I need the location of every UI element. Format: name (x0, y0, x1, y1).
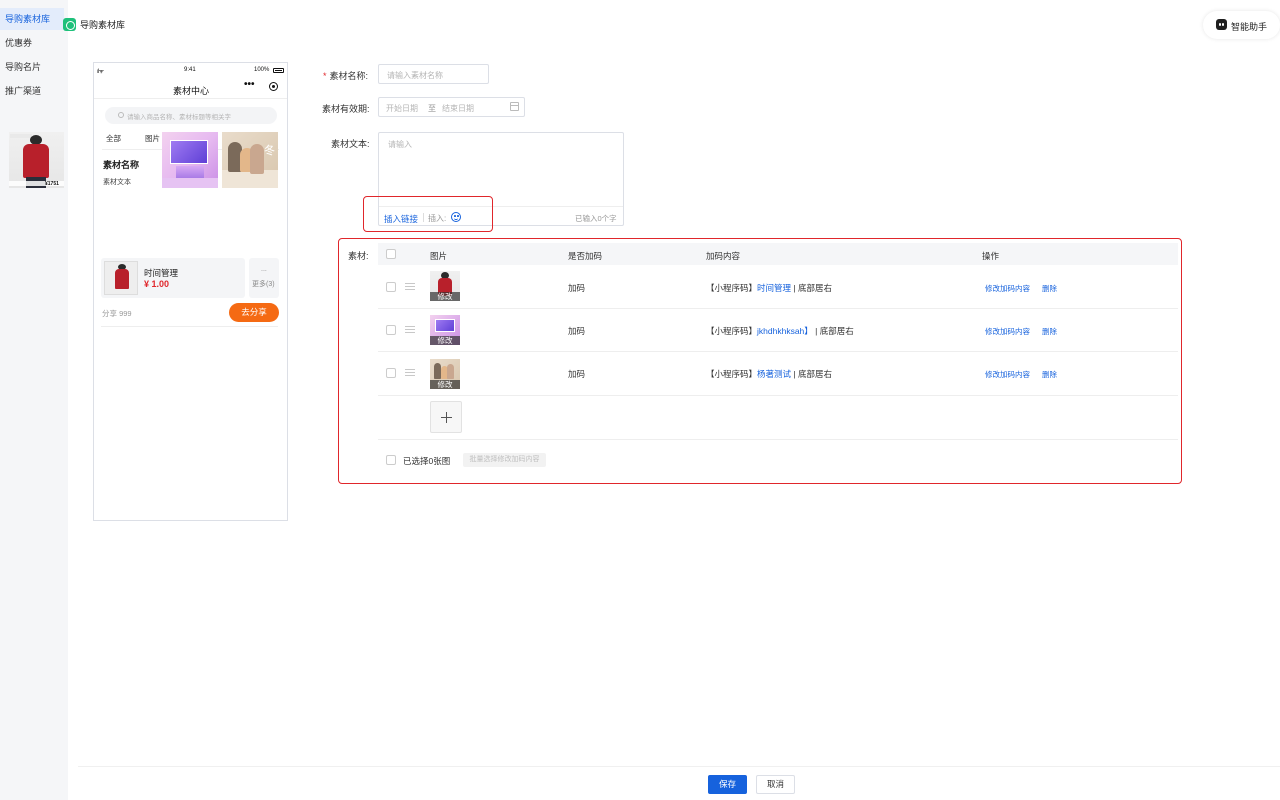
more-count: 更多(3) (252, 281, 275, 288)
highlight-box-materials (338, 238, 1182, 484)
phone-image-family: 冬 (222, 132, 278, 188)
footer-bar (78, 766, 1280, 800)
battery-icon (273, 68, 284, 73)
calendar-icon (510, 102, 519, 111)
range-separator: 至 (428, 104, 436, 113)
product-name: 时间管理 (144, 268, 179, 278)
phone-image-sweater: ¥1751 (9, 132, 64, 188)
assistant-button[interactable]: 智能助手 (1203, 11, 1280, 39)
phone-page-title: 素材中心 (173, 86, 210, 96)
phone-search-placeholder: 请输入商品名称、素材标题等相关字 (127, 114, 231, 121)
image-price-tag: ¥1751 (45, 181, 59, 187)
phone-search-bar: 请输入商品名称、素材标题等相关字 (105, 107, 277, 124)
end-date-placeholder: 结束日期 (442, 104, 474, 113)
required-mark: * (323, 71, 327, 81)
date-range-picker[interactable]: 开始日期 至 结束日期 (378, 97, 525, 117)
phone-category-images: 图片 (145, 134, 160, 143)
divider (94, 98, 287, 99)
cancel-button[interactable]: 取消 (756, 775, 795, 794)
material-text-placeholder: 请输入 (388, 140, 412, 149)
sidebar-item-channels[interactable]: 推广渠道 (0, 80, 64, 102)
robot-icon (1216, 19, 1227, 30)
phone-category-all: 全部 (106, 134, 121, 143)
start-date-placeholder: 开始日期 (386, 104, 418, 113)
material-name-input[interactable]: 请输入素材名称 (378, 64, 489, 84)
more-icon: ••• (244, 79, 255, 90)
sidebar: 导购素材库 优惠券 导购名片 推广渠道 (0, 0, 68, 800)
target-icon (269, 82, 278, 91)
page-title: 导购素材库 (80, 20, 126, 30)
share-count: 分享 999 (102, 309, 132, 318)
sidebar-item-coupons[interactable]: 优惠券 (0, 32, 64, 54)
app-logo-icon (63, 18, 76, 31)
phone-material-name: 素材名称 (103, 160, 140, 170)
phone-share-button: 去分享 (229, 303, 279, 322)
battery-percent: 100% (254, 67, 270, 73)
sidebar-item-material-library[interactable]: 导购素材库 (0, 8, 64, 30)
image-caption-char: 冬 (264, 144, 275, 157)
phone-more-products (249, 258, 279, 298)
char-count: 已输入0个字 (575, 214, 617, 223)
sidebar-item-business-card[interactable]: 导购名片 (0, 56, 64, 78)
more-dots: ... (261, 266, 267, 273)
save-button[interactable]: 保存 (708, 775, 747, 794)
material-text-label: 素材文本: (331, 139, 370, 149)
assistant-label: 智能助手 (1231, 22, 1268, 32)
search-icon (118, 112, 124, 118)
phone-image-display (162, 132, 218, 188)
signal-icon: ıl ᯤ (97, 69, 104, 75)
top-header (68, 0, 1280, 50)
phone-time: 9:41 (184, 67, 196, 73)
validity-label: 素材有效期: (322, 104, 370, 114)
material-name-placeholder: 请输入素材名称 (387, 71, 443, 80)
product-price: ¥ 1.00 (144, 279, 170, 289)
product-thumbnail (104, 261, 138, 295)
divider (101, 326, 278, 327)
highlight-box-insert (363, 196, 493, 232)
phone-material-text: 素材文本 (103, 179, 131, 186)
material-name-label: * 素材名称: (323, 71, 369, 81)
